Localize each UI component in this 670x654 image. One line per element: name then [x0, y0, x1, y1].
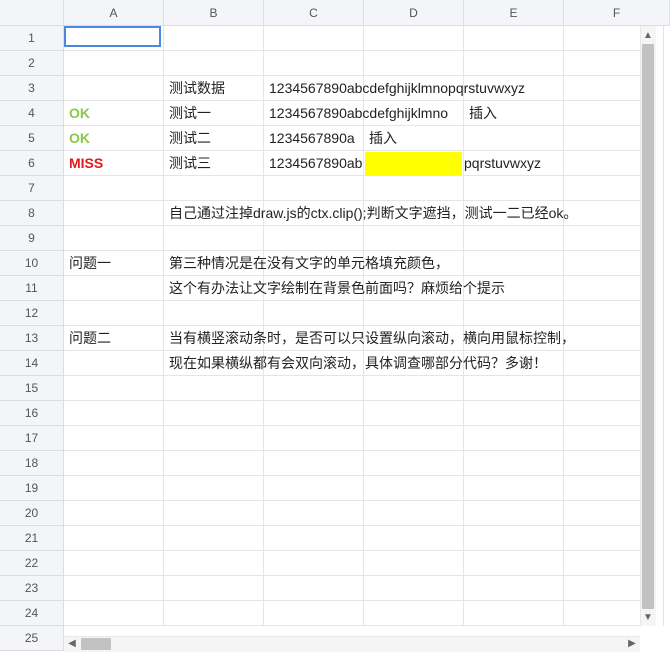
grid-row-line [64, 425, 640, 426]
row-header-20[interactable]: 20 [0, 501, 64, 526]
column-header-e[interactable]: E [464, 0, 564, 26]
cell-c6[interactable]: 1234567890ab [264, 151, 365, 176]
column-header-b[interactable]: B [164, 0, 264, 26]
cell-b8[interactable]: 自己通过注掉draw.js的ctx.clip();判断文字遮挡，测试一二已经ok… [164, 201, 577, 226]
row-header-25[interactable]: 25 [0, 626, 64, 651]
cell-b3[interactable]: 测试数据 [164, 76, 225, 101]
cell-d4[interactable]: 插入 [464, 101, 497, 126]
cell-b4[interactable]: 测试一 [164, 101, 211, 126]
horizontal-scrollbar[interactable] [64, 636, 640, 652]
grid-row-line [64, 450, 640, 451]
cell-c3[interactable]: 1234567890abcdefghijklmnopqrstuvwxyz [264, 76, 525, 101]
cell-a4[interactable]: OK [64, 101, 90, 126]
grid-row-line [64, 525, 640, 526]
row-header-21[interactable]: 21 [0, 526, 64, 551]
row-header-24[interactable]: 24 [0, 601, 64, 626]
scroll-right-icon[interactable]: ▶ [626, 638, 638, 650]
row-header-9[interactable]: 9 [0, 226, 64, 251]
grid-row-line [64, 625, 640, 626]
column-header-a[interactable]: A [64, 0, 164, 26]
row-header-13[interactable]: 13 [0, 326, 64, 351]
row-header-3[interactable]: 3 [0, 76, 64, 101]
row-header-16[interactable]: 16 [0, 401, 64, 426]
cell-a10[interactable]: 问题一 [64, 251, 111, 276]
row-header-4[interactable]: 4 [0, 101, 64, 126]
selected-cell-a1[interactable] [64, 26, 161, 47]
vertical-scroll-thumb[interactable] [642, 44, 654, 609]
grid-column-line [663, 26, 664, 626]
cell-c4[interactable]: 1234567890abcdefghijklmno [264, 101, 448, 126]
row-header-14[interactable]: 14 [0, 351, 64, 376]
grid-row-line [64, 500, 640, 501]
cell-b14[interactable]: 现在如果横纵都有会双向滚动，具体调查哪部分代码？多谢！ [164, 351, 547, 376]
grid-row-line [64, 550, 640, 551]
row-header-1[interactable]: 1 [0, 26, 64, 51]
cell-e6[interactable]: pqrstuvwxyz [459, 151, 541, 176]
grid-row-line [64, 600, 640, 601]
cell-b6[interactable]: 测试三 [164, 151, 211, 176]
horizontal-scroll-thumb[interactable] [81, 638, 111, 650]
row-header-17[interactable]: 17 [0, 426, 64, 451]
yellow-filled-cell-d6[interactable] [365, 152, 462, 175]
cell-b11[interactable]: 这个有办法让文字绘制在背景色前面吗？麻烦给个提示 [164, 276, 505, 301]
scroll-up-icon[interactable]: ▲ [642, 30, 654, 42]
cell-b10[interactable]: 第三种情况是在没有文字的单元格填充颜色， [164, 251, 449, 276]
scroll-down-icon[interactable]: ▼ [642, 612, 654, 624]
scroll-left-icon[interactable]: ◀ [66, 638, 78, 650]
grid-row-line [64, 50, 640, 51]
grid-row-line [64, 475, 640, 476]
cell-a5[interactable]: OK [64, 126, 90, 151]
cell-b13[interactable]: 当有横竖滚动条时，是否可以只设置纵向滚动，横向用鼠标控制， [164, 326, 575, 351]
column-header-f[interactable]: F [564, 0, 670, 26]
cell-b5[interactable]: 测试二 [164, 126, 211, 151]
column-header-c[interactable]: C [264, 0, 364, 26]
row-header-5[interactable]: 5 [0, 126, 64, 151]
row-header-7[interactable]: 7 [0, 176, 64, 201]
row-header-23[interactable]: 23 [0, 576, 64, 601]
row-header-18[interactable]: 18 [0, 451, 64, 476]
select-all-corner[interactable] [0, 0, 64, 26]
grid-row-line [64, 400, 640, 401]
cell-a13[interactable]: 问题二 [64, 326, 111, 351]
row-header-6[interactable]: 6 [0, 151, 64, 176]
row-header-19[interactable]: 19 [0, 476, 64, 501]
grid-row-line [64, 575, 640, 576]
row-header-2[interactable]: 2 [0, 51, 64, 76]
row-header-15[interactable]: 15 [0, 376, 64, 401]
row-header-11[interactable]: 11 [0, 276, 64, 301]
cell-c5[interactable]: 1234567890a [264, 126, 355, 151]
row-header-12[interactable]: 12 [0, 301, 64, 326]
spreadsheet[interactable]: ABCDEF 1 2 3 4 5 6 7 8 9 10 11 12 13 14 15 16 17 18 19 20 21… [0, 0, 670, 654]
cell-d5[interactable]: 插入 [364, 126, 397, 151]
row-header-8[interactable]: 8 [0, 201, 64, 226]
column-header-d[interactable]: D [364, 0, 464, 26]
row-header-10[interactable]: 10 [0, 251, 64, 276]
cell-a6[interactable]: MISS [64, 151, 103, 176]
row-header-22[interactable]: 22 [0, 551, 64, 576]
